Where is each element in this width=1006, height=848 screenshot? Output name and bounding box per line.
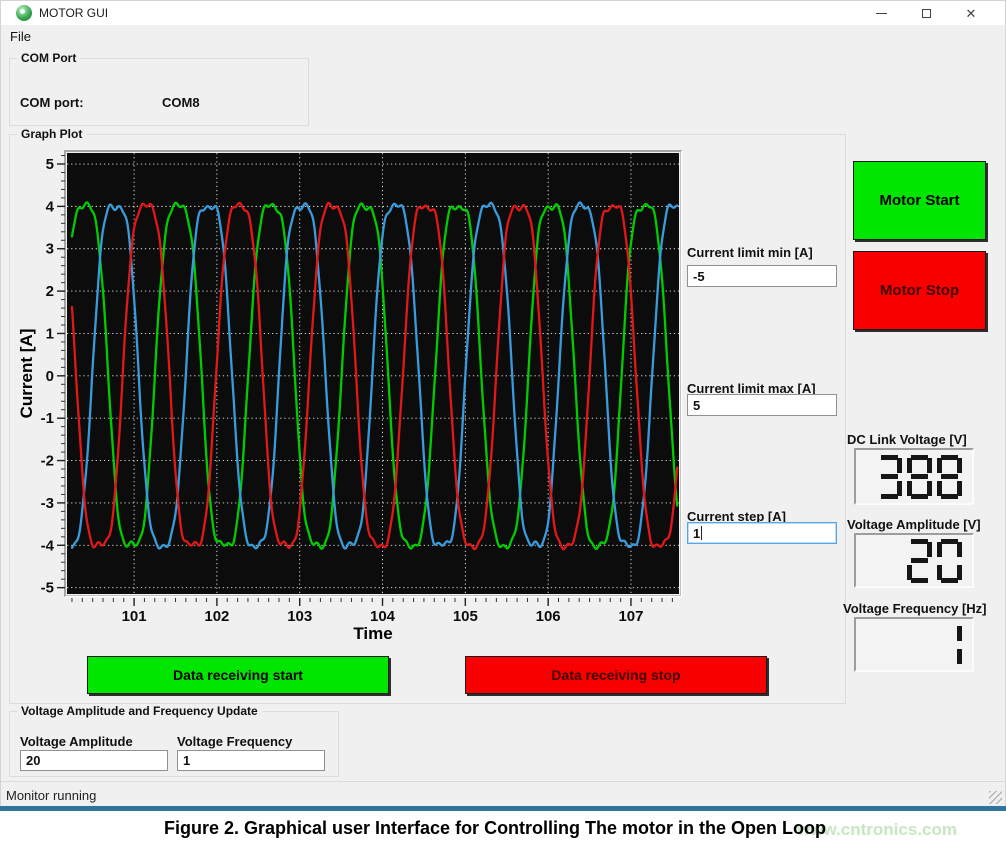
minimize-icon [876,13,887,14]
com-port-group-legend: COM Port [17,51,80,65]
current-step-input[interactable] [687,522,837,544]
dc-link-voltage-label: DC Link Voltage [V] [847,432,967,447]
status-text: Monitor running [6,788,96,803]
voltage-update-group-legend: Voltage Amplitude and Frequency Update [17,704,262,718]
current-limit-max-input[interactable] [687,394,837,416]
data-receiving-stop-button[interactable]: Data receiving stop [465,656,767,694]
com-port-group: COM Port COM port: COM8 [9,58,309,126]
y-tick-label: -4 [41,537,55,554]
voltage-amplitude-label: Voltage Amplitude [20,734,133,749]
y-tick-label: 1 [46,325,54,342]
voltage-update-group: Voltage Amplitude and Frequency Update V… [9,711,339,777]
current-waveform-chart: 101 102 103 104 105 106 107 -5 -4 -3 -2 -1 0 1 2 3 4 5 Tim… [19,147,691,647]
seven-segment-digit [907,539,932,583]
com-port-value: COM8 [162,95,200,110]
y-tick-label: -2 [41,453,54,470]
x-tick-label: 106 [536,608,561,625]
menu-item-file[interactable]: File [1,25,40,48]
maximize-icon [922,9,931,18]
seven-segment-digit [937,539,962,583]
close-button[interactable]: ✕ [949,1,993,25]
voltage-amplitude-display-label: Voltage Amplitude [V] [847,517,981,532]
screenshot-stage: MOTOR GUI ✕ File COM Port COM port: COM8… [0,0,1006,848]
close-icon: ✕ [966,7,977,20]
voltage-amplitude-display [854,533,974,588]
voltage-amplitude-input[interactable] [20,750,168,771]
maximize-button[interactable] [904,1,948,25]
caption-area: www.cntronics.com Figure 2. Graphical us… [0,811,1006,848]
dc-link-voltage-display [854,448,974,505]
motor-start-button[interactable]: Motor Start [853,161,986,240]
motor-stop-button[interactable]: Motor Stop [853,251,986,330]
status-bar: Monitor running [1,781,1005,807]
y-tick-label: -1 [41,410,54,427]
x-tick-label: 103 [287,608,312,625]
voltage-frequency-label: Voltage Frequency [177,734,292,749]
figure-caption: Figure 2. Graphical user Interface for C… [0,818,990,839]
graph-plot-group-legend: Graph Plot [17,127,86,141]
x-tick-label: 104 [370,608,396,625]
x-axis-title: Time [353,624,392,643]
x-tick-label: 105 [453,608,478,625]
x-tick-label: 102 [204,608,229,625]
y-axis-title: Current [A] [19,329,36,419]
seven-segment-digit [907,455,932,499]
x-tick-label: 107 [618,608,643,625]
y-tick-label: 5 [46,156,54,173]
title-bar: MOTOR GUI ✕ [1,1,1005,25]
voltage-frequency-display-label: Voltage Frequency [Hz] [843,601,987,616]
y-tick-label: 4 [46,198,55,215]
y-tick-label: 0 [46,368,54,385]
x-tick-label: 101 [122,608,147,625]
seven-segment-digit [937,623,962,667]
y-tick-label: -3 [41,495,54,512]
current-limit-min-label: Current limit min [A] [687,245,813,260]
text-caret [701,526,702,540]
menu-bar: File [1,25,1005,48]
window-title: MOTOR GUI [39,6,108,20]
motor-gui-window: MOTOR GUI ✕ File COM Port COM port: COM8… [0,0,1006,806]
y-tick-label: -5 [41,580,54,597]
data-receiving-start-button[interactable]: Data receiving start [87,656,389,694]
current-limit-min-input[interactable] [687,265,837,287]
seven-segment-digit [877,455,902,499]
voltage-frequency-display [854,617,974,672]
com-port-label: COM port: [20,95,84,110]
y-tick-label: 3 [46,241,54,258]
minimize-button[interactable] [859,1,903,25]
resize-grip-icon[interactable] [989,791,1002,804]
y-tick-label: 2 [46,283,54,300]
seven-segment-digit [937,455,962,499]
voltage-frequency-input[interactable] [177,750,325,771]
app-icon [16,5,32,21]
